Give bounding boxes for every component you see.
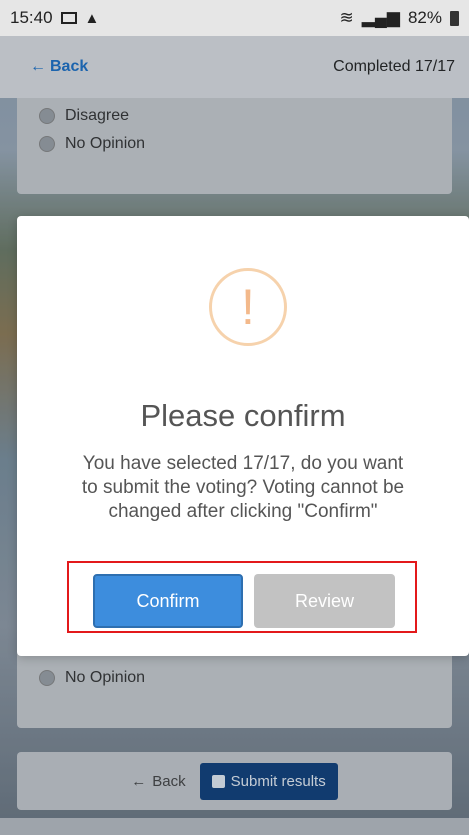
confirm-button[interactable]: Confirm [93,574,243,628]
image-icon [60,12,77,24]
warning-icon: ▲ [84,9,100,27]
dialog-title: Please confirm [140,398,346,433]
confirm-dialog: ! Please confirm You have selected 17/17… [17,216,469,656]
exclamation-icon: ! [241,279,255,335]
battery-level: 82% [407,8,442,27]
dialog-message: You have selected 17/17, do you want to … [81,453,405,522]
signal-icon: ▂▄▆ [361,8,400,27]
review-button[interactable]: Review [254,574,395,628]
status-bar: 15:40 ▲ ≋ ▂▄▆ 82% [0,0,469,36]
battery-icon [450,10,459,26]
warning-icon: ! [209,268,287,346]
status-time: 15:40 [10,8,53,27]
wifi-icon: ≋ [339,8,354,27]
